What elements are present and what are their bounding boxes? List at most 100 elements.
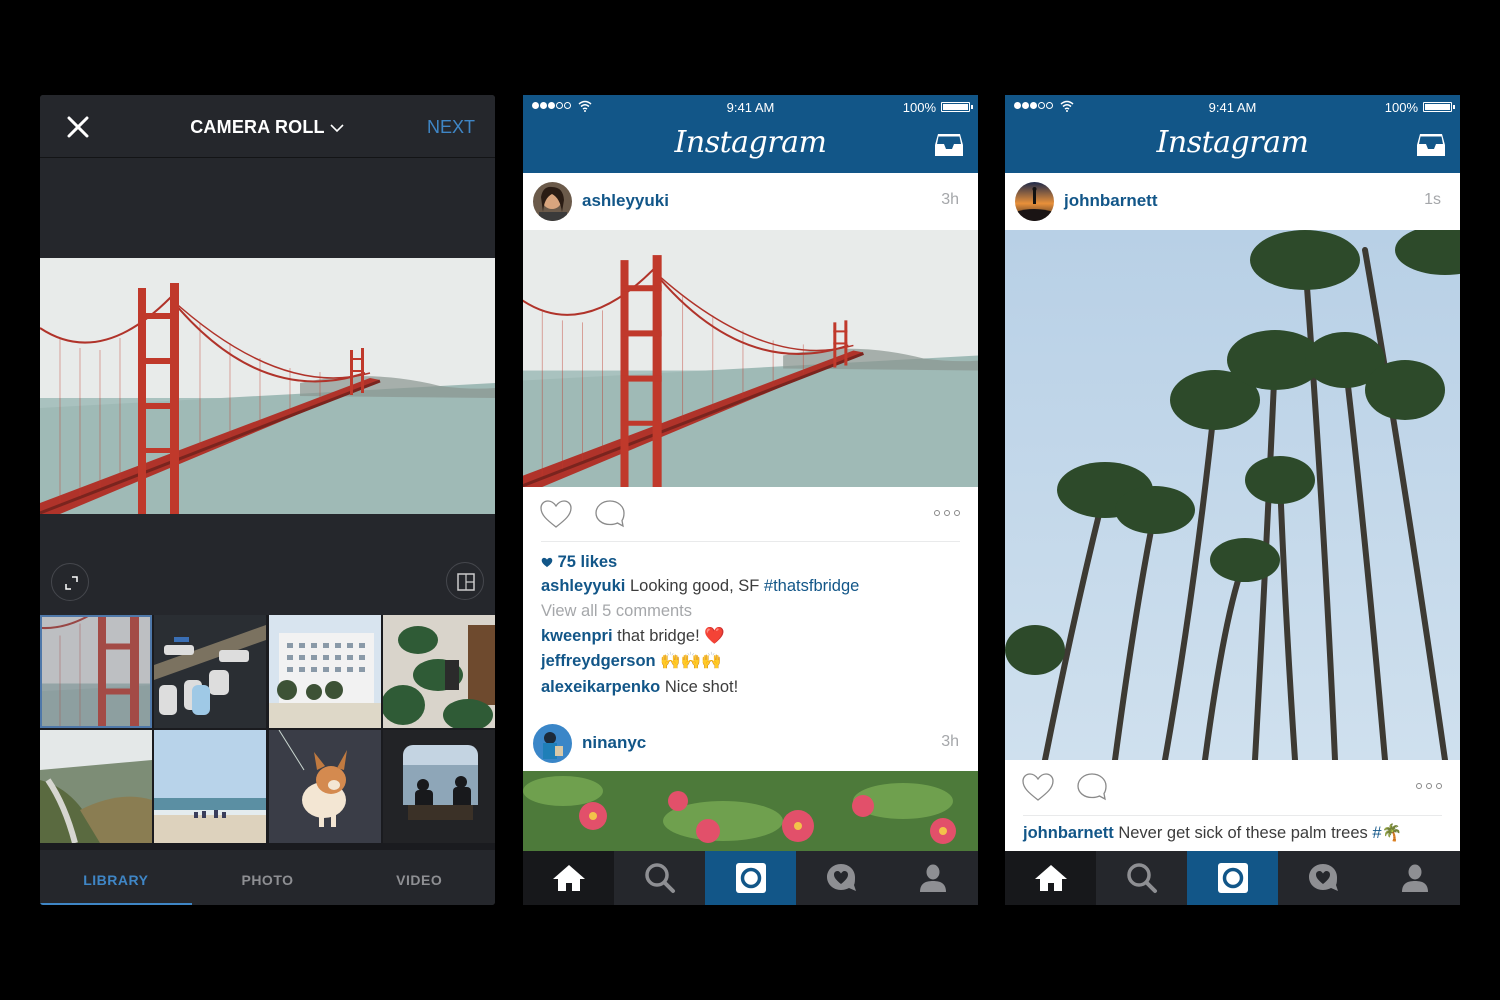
- post-username[interactable]: johnbarnett: [1064, 191, 1158, 211]
- tab-home[interactable]: [1005, 851, 1096, 905]
- comment-username[interactable]: kweenpri: [541, 627, 613, 645]
- post-timestamp: 3h: [941, 733, 959, 750]
- preview-tools: [40, 514, 495, 614]
- battery-percent: 100%: [1384, 100, 1418, 115]
- capture-mode-tabs: LIBRARY PHOTO VIDEO: [40, 850, 495, 905]
- battery-percent: 100%: [902, 100, 936, 115]
- camera-icon: [735, 863, 766, 893]
- status-bar: 9:41 AM 100%: [1005, 95, 1460, 119]
- caption-username[interactable]: ashleyyuki: [541, 577, 625, 595]
- app-header: 9:41 AM 100% Instagram: [523, 95, 978, 173]
- home-icon: [552, 865, 585, 891]
- caption-text: Looking good, SF: [625, 577, 764, 595]
- more-options-icon[interactable]: [934, 510, 960, 516]
- comment: kweenpri that bridge! ❤️: [541, 627, 725, 646]
- post-image[interactable]: [1005, 230, 1460, 760]
- avatar[interactable]: [533, 724, 572, 763]
- heart-filled-icon: [541, 557, 553, 568]
- profile-icon: [919, 864, 946, 892]
- post-image[interactable]: [523, 230, 978, 487]
- view-all-comments-link[interactable]: View all 5 comments: [541, 602, 692, 621]
- comment-icon[interactable]: [594, 499, 626, 529]
- post-actions: [523, 488, 978, 543]
- comment-text: 🙌🙌🙌: [655, 652, 722, 670]
- post-timestamp: 3h: [941, 191, 959, 208]
- camera-roll-header: CAMERA ROLL NEXT: [40, 95, 495, 158]
- tab-photo[interactable]: PHOTO: [192, 850, 344, 905]
- post-actions: [1005, 761, 1460, 816]
- tab-profile[interactable]: [1369, 851, 1460, 905]
- post-header: johnbarnett 1s: [1005, 173, 1460, 230]
- expand-icon: [65, 576, 78, 590]
- comment-username[interactable]: jeffreydgerson: [541, 652, 656, 670]
- tab-search[interactable]: [614, 851, 705, 905]
- hashtag-link[interactable]: #🌴: [1372, 824, 1402, 842]
- inbox-icon[interactable]: [1416, 132, 1446, 158]
- divider: [541, 541, 960, 542]
- battery-icon: [941, 102, 973, 112]
- hashtag-link[interactable]: #thatsfbridge: [764, 577, 859, 595]
- caption-text: Never get sick of these palm trees: [1113, 824, 1373, 842]
- comment-icon[interactable]: [1076, 772, 1108, 802]
- profile-icon: [1401, 864, 1428, 892]
- tab-camera[interactable]: [705, 851, 796, 905]
- expand-button[interactable]: [51, 563, 89, 601]
- instagram-logo[interactable]: Instagram: [523, 125, 978, 160]
- post-image[interactable]: [523, 771, 978, 851]
- comment: jeffreydgerson 🙌🙌🙌: [541, 652, 722, 671]
- thumbnail-corgi[interactable]: [268, 730, 381, 843]
- caption-username[interactable]: johnbarnett: [1023, 824, 1114, 842]
- camera-icon: [1217, 863, 1248, 893]
- thumbnail-boats[interactable]: [154, 615, 267, 728]
- tab-activity[interactable]: [796, 851, 887, 905]
- layout-button[interactable]: [446, 562, 484, 600]
- battery-icon: [1423, 102, 1455, 112]
- bottom-tab-bar: [1005, 851, 1460, 905]
- comment-text: Nice shot!: [660, 678, 739, 696]
- feed-screen: 9:41 AM 100% Instagram ashleyyuki 3h 75 …: [523, 95, 978, 905]
- post-header: ashleyyuki 3h: [523, 173, 978, 230]
- like-icon[interactable]: [1021, 772, 1055, 802]
- posted-feed-screen: 9:41 AM 100% Instagram johnbarnett 1s jo…: [1005, 95, 1460, 905]
- more-options-icon[interactable]: [1416, 783, 1442, 789]
- avatar[interactable]: [533, 182, 572, 221]
- comment-text: that bridge! ❤️: [612, 627, 725, 645]
- thumbnail-hills[interactable]: [40, 730, 152, 843]
- instagram-logo[interactable]: Instagram: [1005, 125, 1460, 160]
- tab-profile[interactable]: [887, 851, 978, 905]
- post-username[interactable]: ashleyyuki: [582, 191, 669, 211]
- activity-icon: [1308, 864, 1338, 891]
- chevron-down-icon: [330, 124, 344, 133]
- home-icon: [1034, 865, 1067, 891]
- tab-video[interactable]: VIDEO: [343, 850, 495, 905]
- thumbnail-building[interactable]: [268, 615, 381, 728]
- search-icon: [1126, 863, 1157, 893]
- thumbnail-plants[interactable]: [382, 615, 495, 728]
- tab-activity[interactable]: [1278, 851, 1369, 905]
- thumbnail-beach[interactable]: [154, 730, 267, 843]
- tab-camera[interactable]: [1187, 851, 1278, 905]
- divider: [1023, 815, 1442, 816]
- status-bar: 9:41 AM 100%: [523, 95, 978, 119]
- like-icon[interactable]: [539, 499, 573, 529]
- next-button[interactable]: NEXT: [427, 117, 475, 138]
- like-count[interactable]: 75 likes: [541, 553, 617, 572]
- activity-icon: [826, 864, 856, 891]
- tab-home[interactable]: [523, 851, 614, 905]
- bottom-tab-bar: [523, 851, 978, 905]
- caption: johnbarnett Never get sick of these palm…: [1023, 824, 1402, 843]
- post-timestamp: 1s: [1424, 191, 1441, 208]
- tab-search[interactable]: [1096, 851, 1187, 905]
- inbox-icon[interactable]: [934, 132, 964, 158]
- search-icon: [644, 863, 675, 893]
- photo-preview[interactable]: [40, 258, 495, 514]
- post-header: ninanyc 3h: [523, 715, 978, 772]
- comment-username[interactable]: alexeikarpenko: [541, 678, 660, 696]
- thumbnail-window[interactable]: [382, 730, 495, 843]
- caption: ashleyyuki Looking good, SF #thatsfbridg…: [541, 577, 859, 596]
- avatar[interactable]: [1015, 182, 1054, 221]
- comment: alexeikarpenko Nice shot!: [541, 678, 738, 697]
- post-username[interactable]: ninanyc: [582, 733, 646, 753]
- tab-library[interactable]: LIBRARY: [40, 850, 192, 905]
- thumbnail-golden-gate[interactable]: [40, 615, 153, 728]
